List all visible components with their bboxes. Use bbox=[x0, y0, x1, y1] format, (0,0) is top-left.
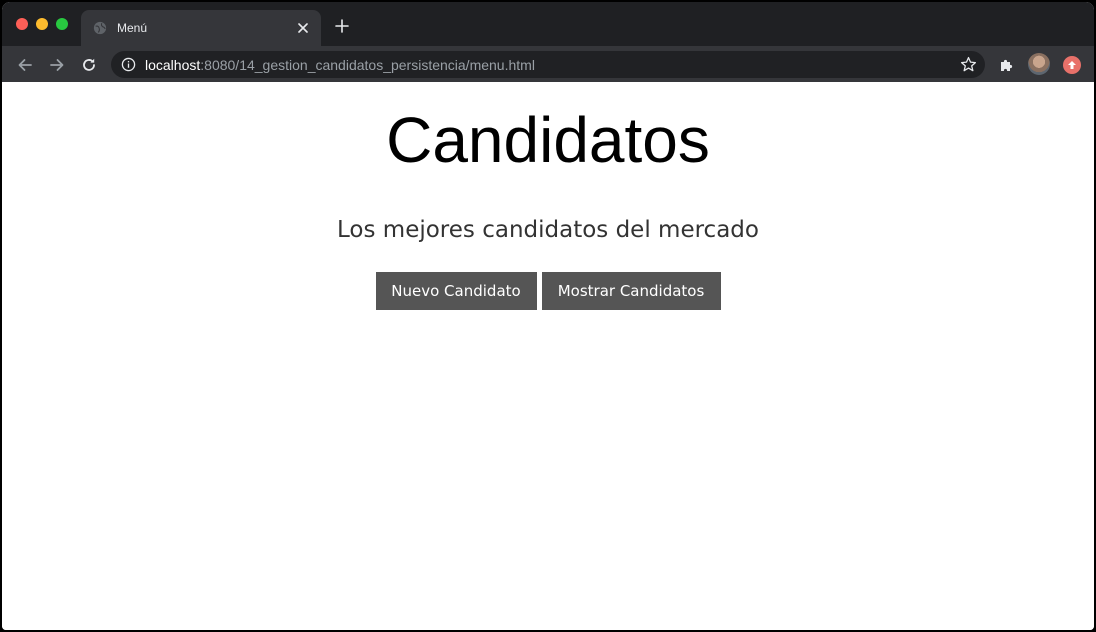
url-host: localhost bbox=[145, 57, 201, 73]
info-icon[interactable] bbox=[121, 57, 136, 72]
title-bar: Menú bbox=[2, 2, 1094, 46]
browser-window: Menú localhost:8080/14_gestion_candidato… bbox=[2, 2, 1094, 630]
new-tab-icon[interactable] bbox=[332, 16, 352, 36]
browser-toolbar: localhost:8080/14_gestion_candidatos_per… bbox=[2, 46, 1094, 82]
window-maximize-button[interactable] bbox=[56, 18, 68, 30]
page-subtitle: Los mejores candidatos del mercado bbox=[337, 217, 759, 243]
back-arrow-icon[interactable] bbox=[14, 54, 36, 76]
update-icon[interactable] bbox=[1063, 56, 1081, 74]
globe-icon bbox=[93, 21, 107, 35]
profile-avatar[interactable] bbox=[1028, 53, 1050, 75]
forward-arrow-icon[interactable] bbox=[46, 54, 68, 76]
extensions-puzzle-icon[interactable] bbox=[997, 55, 1017, 75]
browser-tab[interactable]: Menú bbox=[81, 10, 321, 46]
page-title: Candidatos bbox=[386, 104, 710, 176]
tab-title: Menú bbox=[117, 21, 148, 35]
reload-icon[interactable] bbox=[78, 54, 100, 76]
show-candidates-button[interactable]: Mostrar Candidatos bbox=[541, 272, 721, 310]
action-buttons: Nuevo Candidato Mostrar Candidatos bbox=[2, 272, 1094, 310]
new-candidate-button[interactable]: Nuevo Candidato bbox=[375, 272, 537, 310]
bookmark-star-icon[interactable] bbox=[960, 56, 977, 73]
address-bar[interactable]: localhost:8080/14_gestion_candidatos_per… bbox=[111, 51, 985, 78]
window-minimize-button[interactable] bbox=[36, 18, 48, 30]
tab-close-icon[interactable] bbox=[293, 18, 313, 38]
url-text: localhost:8080/14_gestion_candidatos_per… bbox=[145, 57, 535, 73]
page-content: Candidatos Los mejores candidatos del me… bbox=[2, 82, 1094, 630]
window-close-button[interactable] bbox=[16, 18, 28, 30]
url-path: :8080/14_gestion_candidatos_persistencia… bbox=[200, 57, 535, 73]
